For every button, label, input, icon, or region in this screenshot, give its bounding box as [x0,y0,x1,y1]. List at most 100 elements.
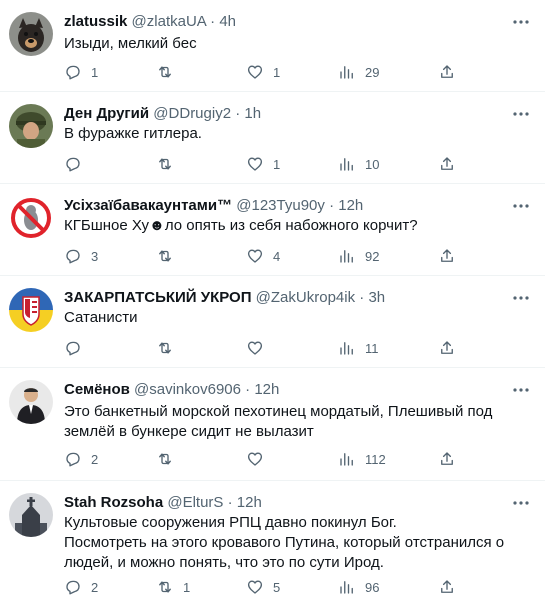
author-name[interactable]: Stah Rozsoha [64,494,163,511]
more-options-icon[interactable] [511,12,531,32]
church-avatar-icon[interactable] [9,493,53,537]
reply-icon [66,249,80,264]
tweet-text: В фуражке гитлера. [64,125,202,142]
reply-button[interactable]: 3 [64,246,98,266]
share-icon [441,157,453,170]
more-options-icon[interactable] [511,380,531,400]
tweet-text: Изыди, мелкий бес [64,35,197,52]
tweet-header: Семёнов @savinkov6906 · 12h [64,380,505,399]
retweet-icon [159,250,171,262]
retweet-button[interactable] [156,154,183,174]
retweet-button[interactable]: 1 [156,577,190,597]
reply-button[interactable] [64,338,91,358]
tweet-text: Культовые сооружения РПЦ давно покинул Б… [64,514,505,571]
share-icon [441,249,453,262]
retweet-button[interactable] [156,449,183,469]
reply-icon [66,580,80,595]
tweet[interactable]: Stah Rozsoha @ElturS · 12h Культовые соо… [0,481,545,600]
man-in-suit-avatar-icon[interactable] [9,380,53,424]
author-handle[interactable]: @savinkov6906 [134,381,241,398]
heart-icon [247,157,263,171]
reply-count: 2 [91,451,99,467]
share-button[interactable] [438,449,456,469]
reply-icon [66,452,80,467]
more-options-icon[interactable] [511,104,531,124]
tweet[interactable]: zlatussik @zlatkaUA · 4h Изыди, мелкий б… [0,0,545,92]
views-count: 92 [365,248,380,264]
share-button[interactable] [438,246,456,266]
share-icon [441,341,453,354]
like-button[interactable] [246,338,273,358]
author-handle[interactable]: @123Tyu90y [236,197,325,214]
author-handle[interactable]: @ZakUkrop4ik [256,289,355,306]
reply-icon [66,157,80,172]
more-options-icon[interactable] [511,196,531,216]
reply-icon [66,65,80,80]
heart-icon [247,65,263,79]
share-button[interactable] [438,154,456,174]
retweet-button[interactable] [156,246,183,266]
author-handle[interactable]: @ElturS [167,494,223,511]
dog-avatar-icon[interactable] [9,12,53,56]
retweet-button[interactable] [156,338,183,358]
share-button[interactable] [438,338,456,358]
like-count: 5 [273,579,281,595]
author-name[interactable]: zlatussik [64,13,127,30]
like-count: 1 [273,156,281,172]
like-button[interactable]: 1 [246,62,280,82]
tweet-actions: 1 1 29 [64,62,531,82]
soldier-avatar-icon[interactable] [9,104,53,148]
views-chart-icon [340,581,353,594]
author-handle[interactable]: @DDrugiy2 [153,105,231,122]
views-chart-icon [340,66,353,79]
timestamp[interactable]: 4h [219,13,236,30]
views-button[interactable]: 10 [338,154,379,174]
reply-button[interactable]: 2 [64,577,98,597]
reply-button[interactable] [64,154,91,174]
share-button[interactable] [438,577,456,597]
separator: · [227,494,233,511]
more-options-icon[interactable] [511,493,531,513]
like-button[interactable] [246,449,273,469]
tweet[interactable]: Ден Другий @DDrugiy2 · 1h В фуражке гитл… [0,92,545,184]
like-button[interactable]: 1 [246,154,280,174]
like-button[interactable]: 4 [246,246,280,266]
tweet-text: Сатанисти [64,309,138,326]
author-name[interactable]: Семёнов [64,381,130,398]
coat-of-arms-avatar-icon[interactable] [9,288,53,332]
author-name[interactable]: ЗАКАРПАТСЬКИЙ УКРОП [64,289,252,306]
timestamp[interactable]: 12h [338,197,363,214]
views-button[interactable]: 29 [338,62,379,82]
tweet[interactable]: Семёнов @savinkov6906 · 12h Это банкетны… [0,368,545,481]
share-button[interactable] [438,62,456,82]
retweet-button[interactable] [156,62,183,82]
timestamp[interactable]: 12h [254,381,279,398]
tweet[interactable]: ЗАКАРПАТСЬКИЙ УКРОП @ZakUkrop4ik · 3h Са… [0,276,545,368]
more-options-icon[interactable] [511,288,531,308]
author-name[interactable]: Усіхзаїбавакаунтами™ [64,197,232,214]
timestamp[interactable]: 12h [237,494,262,511]
timestamp[interactable]: 3h [368,289,385,306]
views-button[interactable]: 112 [338,449,386,469]
heart-icon [247,580,263,594]
like-count: 4 [273,248,281,264]
views-button[interactable]: 11 [338,338,379,358]
heart-icon [247,249,263,263]
reply-button[interactable]: 2 [64,449,98,469]
reply-button[interactable]: 1 [64,62,98,82]
like-button[interactable]: 5 [246,577,280,597]
tweet[interactable]: Усіхзаїбавакаунтами™ @123Tyu90y · 12h КГ… [0,184,545,276]
author-handle[interactable]: @zlatkaUA [132,13,206,30]
views-button[interactable]: 92 [338,246,379,266]
prohibited-rat-avatar-icon[interactable] [9,196,53,240]
retweet-icon [159,158,171,170]
share-icon [441,452,453,465]
author-name[interactable]: Ден Другий [64,105,149,122]
separator: · [210,13,216,30]
views-button[interactable]: 96 [338,577,379,597]
reply-icon [66,341,80,356]
separator: · [359,289,365,306]
timestamp[interactable]: 1h [244,105,261,122]
tweet-actions: 11 [64,338,531,358]
reply-feed: zlatussik @zlatkaUA · 4h Изыди, мелкий б… [0,0,545,600]
